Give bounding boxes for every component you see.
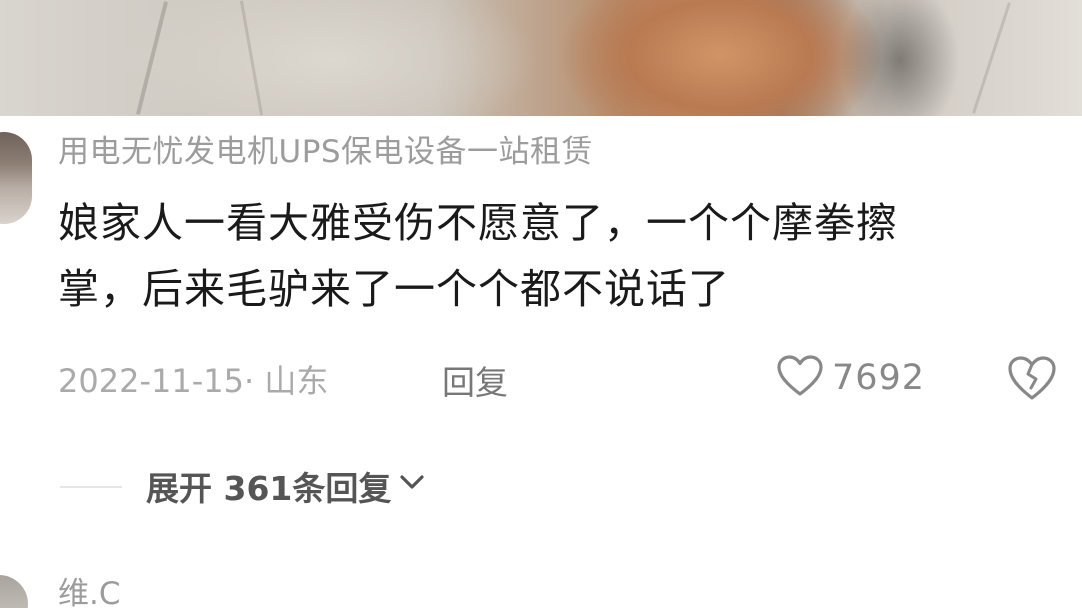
like-button[interactable]: 7692 xyxy=(776,352,925,404)
dislike-button[interactable] xyxy=(1006,354,1058,402)
chevron-down-icon xyxy=(391,465,429,507)
avatar[interactable] xyxy=(0,132,32,224)
broken-heart-icon xyxy=(1006,356,1058,406)
comment-text: 娘家人一看大雅受伤不愿意了，一个个摩拳擦 掌，后来毛驴来了一个个都不说话了 xyxy=(58,190,1038,322)
expand-replies-label: 展开 361条回复 xyxy=(146,469,392,508)
comment-text-line: 掌，后来毛驴来了一个个都不说话了 xyxy=(58,265,730,313)
heart-outline-icon xyxy=(776,354,824,402)
like-count: 7692 xyxy=(832,358,926,398)
comment-date-location: 2022-11-15· 山东 xyxy=(58,362,329,400)
comment-text-line: 娘家人一看大雅受伤不愿意了，一个个摩拳擦 xyxy=(58,199,898,247)
comment-page: 用电无忧发电机UPS保电设备一站租赁 娘家人一看大雅受伤不愿意了，一个个摩拳擦 … xyxy=(0,0,1082,608)
reply-button[interactable]: 回复 xyxy=(442,356,508,404)
comment-username[interactable]: 用电无忧发电机UPS保电设备一站租赁 xyxy=(58,126,593,171)
comment-username[interactable]: 维.C xyxy=(58,568,121,608)
avatar[interactable] xyxy=(0,575,28,608)
divider xyxy=(60,486,122,488)
video-frame-image xyxy=(0,0,1082,116)
expand-replies-button[interactable]: 展开 361条回复 xyxy=(146,462,429,510)
